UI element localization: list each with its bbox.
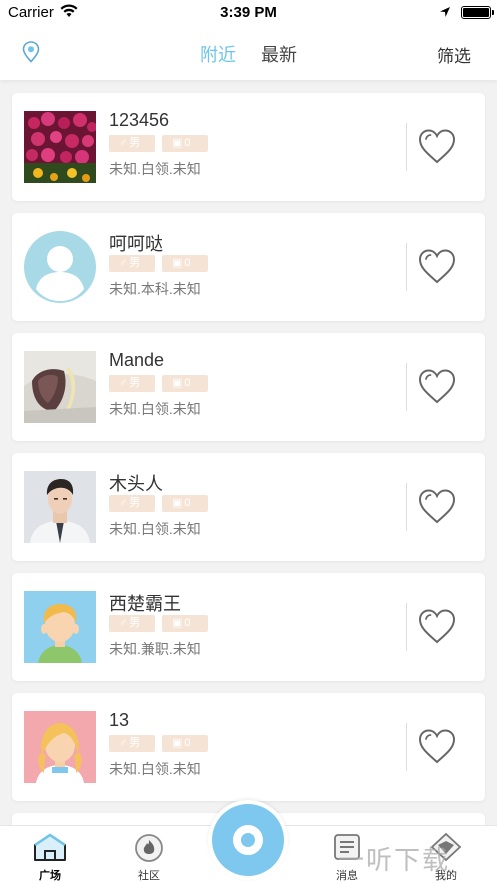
divider [406,243,407,291]
photo-count: 0 [184,497,191,509]
user-card[interactable]: 123456 ♂ 男 ▣ 0 未知.白领.未知 [12,93,485,201]
nav-bar: 附近 最新 筛选 [0,26,497,80]
photo-count: 0 [184,377,191,389]
heart-icon[interactable] [417,367,457,412]
tab-label: 广场 [39,870,61,882]
tab-label: 社区 [138,870,160,882]
heart-icon[interactable] [417,487,457,532]
user-card[interactable]: 呵呵哒 ♂ 男 ▣ 0 未知.本科.未知 [12,213,485,321]
filter-button[interactable]: 筛选 [437,42,471,67]
photo-count-badge: ▣ 0 [162,135,208,152]
gender-badge: ♂ 男 [109,615,155,632]
male-icon: ♂ [119,257,128,269]
home-icon [34,833,66,861]
user-info: 未知.白领.未知 [109,401,201,417]
photo-icon: ▣ [172,377,183,389]
watermark: 一听下载 [338,845,451,875]
tab-latest[interactable]: 最新 [261,41,297,67]
photo-count: 0 [184,737,191,749]
user-list[interactable]: 123456 ♂ 男 ▣ 0 未知.白领.未知 呵呵哒 ♂ 男 ▣ 0 未知.本科.未知 [0,80,497,825]
photo-count-badge: ▣ 0 [162,735,208,752]
gender-label: 男 [129,137,141,149]
user-card[interactable]: 13 ♂ 男 ▣ 0 未知.白领.未知 [12,693,485,801]
heart-icon[interactable] [417,607,457,652]
avatar[interactable] [24,471,96,543]
avatar[interactable] [24,111,96,183]
male-icon: ♂ [119,497,128,509]
photo-icon: ▣ [172,257,183,269]
divider [406,363,407,411]
gender-label: 男 [129,257,141,269]
user-name: 木头人 [109,474,163,494]
user-name: 西楚霸王 [109,594,181,614]
heart-icon[interactable] [417,247,457,292]
gender-label: 男 [129,617,141,629]
user-name: Mande [109,350,165,370]
gender-badge: ♂ 男 [109,375,155,392]
avatar[interactable] [24,711,96,783]
gender-label: 男 [129,497,141,509]
divider [406,723,407,771]
gender-badge: ♂ 男 [109,735,155,752]
male-icon: ♂ [119,377,128,389]
photo-icon: ▣ [172,497,183,509]
tab-square[interactable]: 广场 [20,832,80,883]
avatar[interactable] [24,231,96,303]
photo-count: 0 [184,137,191,149]
heart-icon[interactable] [417,127,457,172]
photo-count-badge: ▣ 0 [162,375,208,392]
user-card[interactable]: 西楚霸王 ♂ 男 ▣ 0 未知.兼职.未知 [12,573,485,681]
user-info: 未知.白领.未知 [109,161,201,177]
tab-nearby[interactable]: 附近 [200,41,236,67]
divider [406,123,407,171]
photo-icon: ▣ [172,137,183,149]
user-name: 13 [109,710,130,730]
male-icon: ♂ [119,137,128,149]
user-name: 123456 [109,110,170,130]
battery-icon [461,6,494,19]
gender-badge: ♂ 男 [109,135,155,152]
user-name: 呵呵哒 [109,234,163,254]
photo-count-badge: ▣ 0 [162,255,208,272]
battery-fill [463,8,489,17]
user-info: 未知.白领.未知 [109,521,201,537]
photo-icon: ▣ [172,617,183,629]
photo-count-badge: ▣ 0 [162,615,208,632]
male-icon: ♂ [119,737,128,749]
avatar[interactable] [24,351,96,423]
status-time: 3:39 PM [220,4,277,21]
photo-count: 0 [184,617,191,629]
center-camera-button[interactable] [208,800,288,880]
heart-icon[interactable] [417,727,457,772]
tab-community[interactable]: 社区 [119,832,179,883]
status-bar: Carrier 3:39 PM [0,0,497,26]
photo-icon: ▣ [172,737,183,749]
camera-ring [233,825,263,855]
nav-tabs: 附近 最新 [0,41,497,67]
user-card[interactable]: Mande ♂ 男 ▣ 0 未知.白领.未知 [12,333,485,441]
divider [406,603,407,651]
gender-label: 男 [129,377,141,389]
location-arrow-icon [439,5,451,23]
photo-count-badge: ▣ 0 [162,495,208,512]
photo-count: 0 [184,257,191,269]
male-icon: ♂ [119,617,128,629]
user-info: 未知.本科.未知 [109,281,201,297]
gender-label: 男 [129,737,141,749]
camera-ring-icon [212,804,284,876]
avatar[interactable] [24,591,96,663]
gender-badge: ♂ 男 [109,495,155,512]
gender-badge: ♂ 男 [109,255,155,272]
user-info: 未知.兼职.未知 [109,641,201,657]
user-card[interactable]: 木头人 ♂ 男 ▣ 0 未知.白领.未知 [12,453,485,561]
user-info: 未知.白领.未知 [109,761,201,777]
flame-icon [135,834,163,862]
divider [406,483,407,531]
